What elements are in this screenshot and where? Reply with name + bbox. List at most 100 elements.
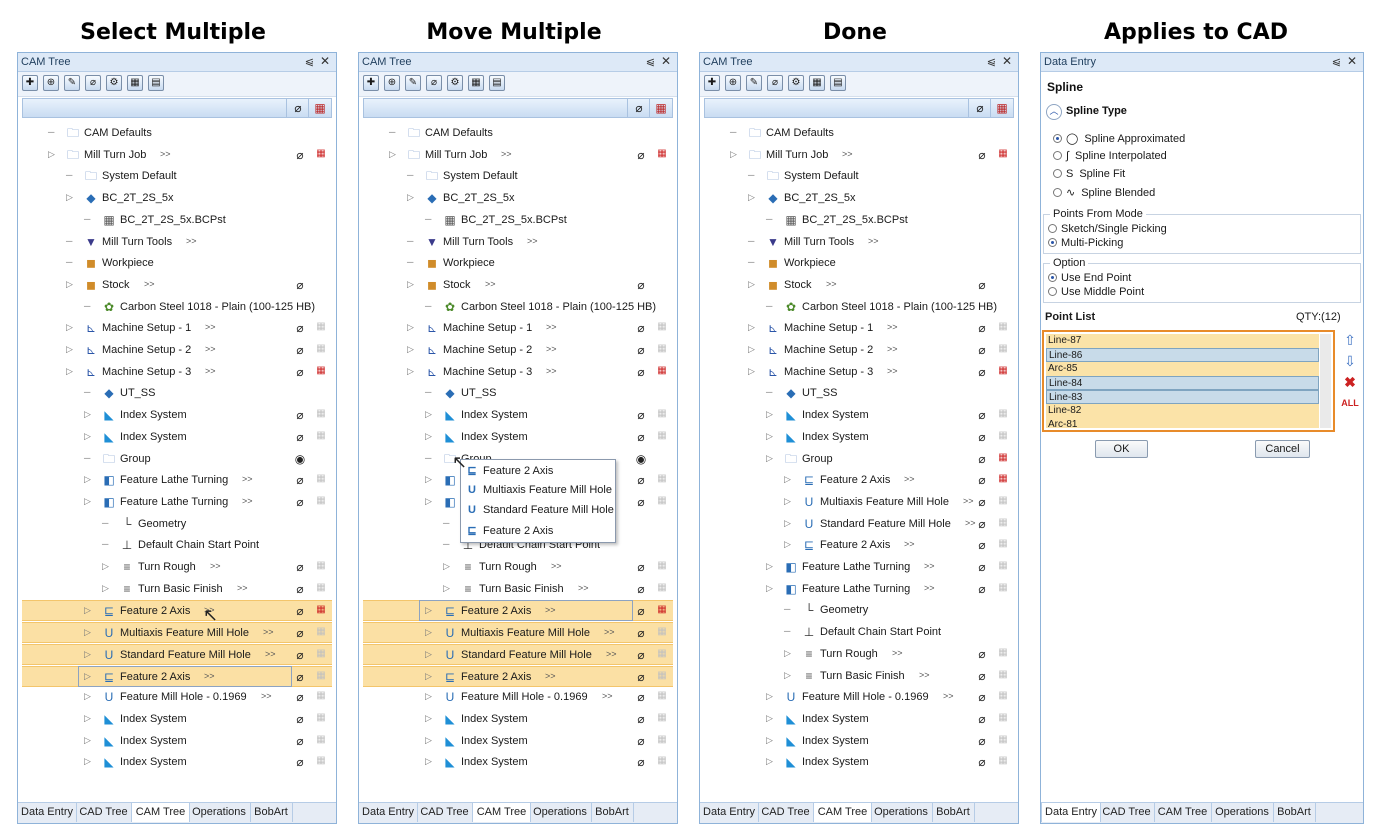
tab-cad-tree[interactable]: CAD Tree: [758, 803, 814, 822]
grid-state-icon[interactable]: ▦: [314, 495, 328, 508]
tree-row[interactable]: ▷ ⊾ Machine Setup - 3 >> ⌀ ▦: [22, 362, 332, 383]
tree-row[interactable]: ▷ ◼ Stock >> ⌀: [704, 275, 1014, 296]
expand-arrow-icon[interactable]: ▷: [784, 518, 792, 529]
visibility-icon[interactable]: ⌀: [633, 712, 649, 726]
grid-state-icon[interactable]: ▦: [655, 495, 669, 508]
visibility-icon[interactable]: ⌀: [633, 430, 649, 444]
tree-row[interactable]: ▷ U Feature Mill Hole - 0.1969 >> ⌀ ▦: [704, 687, 1014, 708]
expand-arrow-icon[interactable]: ▷: [748, 192, 756, 203]
tree-row[interactable]: ▷ U Standard Feature Mill Hole >> ⌀ ▦: [704, 514, 1014, 535]
visibility-icon[interactable]: ⌀: [292, 582, 308, 596]
tree-row[interactable]: ▷ ◣ Index System ⌀ ▦: [22, 709, 332, 730]
tab-cam-tree[interactable]: CAM Tree: [813, 803, 872, 822]
grid-state-icon[interactable]: ▦: [314, 582, 328, 595]
visibility-icon[interactable]: ⌀: [633, 560, 649, 574]
grid-state-icon[interactable]: ▦: [314, 648, 328, 661]
tab-data-entry[interactable]: Data Entry: [359, 803, 418, 822]
tree-row[interactable]: ▷ ⊑ Feature 2 Axis >> ⌀ ▦: [704, 470, 1014, 491]
tree-row[interactable]: ▷ ◆ BC_2T_2S_5x: [704, 188, 1014, 209]
expand-arrow-icon[interactable]: ▷: [425, 409, 433, 420]
pin-icon[interactable]: ⩿: [1332, 55, 1341, 68]
tree-row[interactable]: ▷ ◣ Index System ⌀ ▦: [22, 405, 332, 426]
expand-arrow-icon[interactable]: ▷: [84, 627, 92, 638]
visibility-icon[interactable]: ⌀: [292, 278, 308, 292]
tree-row[interactable]: ▷ ⊑ Feature 2 Axis >> ⌀ ▦: [704, 535, 1014, 556]
tree-row[interactable]: ─ 🗀 CAM Defaults: [704, 123, 1014, 144]
grid-state-icon[interactable]: ▦: [314, 734, 328, 747]
grid-state-icon[interactable]: ▦: [996, 495, 1010, 508]
generate-icon[interactable]: ⚙: [788, 75, 804, 91]
visibility-icon[interactable]: ⌀: [974, 148, 990, 162]
expand-arrow-icon[interactable]: ▷: [48, 149, 56, 160]
grid-state-icon[interactable]: ▦: [996, 560, 1010, 573]
props-icon[interactable]: ▤: [148, 75, 164, 91]
visibility-icon[interactable]: ⌀: [974, 408, 990, 422]
close-icon[interactable]: ✕: [320, 54, 330, 68]
visibility-icon[interactable]: ⌀: [633, 604, 649, 618]
tab-cad-tree[interactable]: CAD Tree: [76, 803, 132, 822]
tree-row[interactable]: ─ ▼ Mill Turn Tools >>: [22, 232, 332, 253]
tree-row[interactable]: ▷ U Feature Mill Hole - 0.1969 >> ⌀ ▦: [363, 687, 673, 708]
expand-arrow-icon[interactable]: ▷: [84, 409, 92, 420]
visibility-icon[interactable]: ⌀: [633, 365, 649, 379]
visibility-icon[interactable]: ⌀: [292, 670, 308, 684]
visibility-icon[interactable]: ⌀: [292, 604, 308, 618]
expand-arrow-icon[interactable]: ▷: [425, 496, 433, 507]
visibility-icon[interactable]: ⌀: [633, 495, 649, 509]
tree-row[interactable]: ─ 🗀 System Default: [22, 166, 332, 187]
tree-row[interactable]: ▷ ◣ Index System ⌀ ▦: [704, 427, 1014, 448]
grid-state-icon[interactable]: ▦: [996, 647, 1010, 660]
grid-state-icon[interactable]: ▦: [655, 626, 669, 639]
props-icon[interactable]: ▤: [489, 75, 505, 91]
generate-icon[interactable]: ⚙: [106, 75, 122, 91]
radio-spline-interpolated[interactable]: ∫ Spline Interpolated: [1053, 150, 1167, 162]
tab-cam-tree[interactable]: CAM Tree: [472, 803, 531, 822]
tab-bobart[interactable]: BobArt: [1273, 803, 1316, 822]
grid-state-icon[interactable]: ▦: [655, 582, 669, 595]
tree-row[interactable]: ▷ U Standard Feature Mill Hole >> ⌀ ▦: [22, 643, 332, 665]
visibility-icon[interactable]: ⌀: [292, 321, 308, 335]
expand-arrow-icon[interactable]: ▷: [425, 691, 433, 702]
grid-state-icon[interactable]: ▦: [996, 343, 1010, 356]
visibility-icon[interactable]: ⌀: [974, 343, 990, 357]
expand-arrow-icon[interactable]: ▷: [102, 561, 110, 572]
expand-arrow-icon[interactable]: ▷: [102, 583, 110, 594]
visibility-icon[interactable]: ⌀: [292, 648, 308, 662]
point-list-item[interactable]: Arc-81: [1046, 418, 1319, 428]
tab-bobart[interactable]: BobArt: [932, 803, 975, 822]
edit-icon[interactable]: ✎: [64, 75, 80, 91]
expand-arrow-icon[interactable]: ▷: [407, 279, 415, 290]
grid-state-icon[interactable]: ▦: [996, 517, 1010, 530]
tree-row[interactable]: ▷ ◧ Feature Lathe Turning >> ⌀ ▦: [704, 557, 1014, 578]
visibility-icon[interactable]: ⌀: [633, 148, 649, 162]
visibility-icon[interactable]: ⌀: [974, 712, 990, 726]
delete-icon[interactable]: ✖: [1341, 373, 1359, 391]
grid-state-icon[interactable]: ▦: [996, 430, 1010, 443]
visibility-icon[interactable]: ⌀: [974, 365, 990, 379]
expand-arrow-icon[interactable]: ▷: [66, 279, 74, 290]
radio-button[interactable]: [1053, 134, 1062, 143]
visibility-icon[interactable]: ⌀: [633, 408, 649, 422]
visibility-icon[interactable]: ⌀: [292, 343, 308, 357]
tree-row[interactable]: ▷ ≡ Turn Rough >> ⌀ ▦: [704, 644, 1014, 665]
tree-row[interactable]: ▷ U Feature Mill Hole - 0.1969 >> ⌀ ▦: [22, 687, 332, 708]
visibility-icon[interactable]: ⌀: [292, 712, 308, 726]
expand-arrow-icon[interactable]: ▷: [407, 366, 415, 377]
tree-row[interactable]: ─ ▦ BC_2T_2S_5x.BCPst: [704, 210, 1014, 231]
tree-row[interactable]: ▷ U Multiaxis Feature Mill Hole >> ⌀ ▦: [22, 622, 332, 644]
tree-row[interactable]: ▷ 🗀 Mill Turn Job >> ⌀ ▦: [363, 145, 673, 166]
radio-button[interactable]: [1048, 273, 1057, 282]
expand-arrow-icon[interactable]: ▷: [84, 496, 92, 507]
expand-arrow-icon[interactable]: ▷: [425, 431, 433, 442]
tree-row[interactable]: ▷ U Standard Feature Mill Hole >> ⌀ ▦: [363, 643, 673, 665]
expand-arrow-icon[interactable]: ▷: [425, 649, 433, 660]
tree-row[interactable]: ─ 🗀 CAM Defaults: [363, 123, 673, 144]
tree-row[interactable]: ▷ ⊾ Machine Setup - 2 >> ⌀ ▦: [704, 340, 1014, 361]
tree-row[interactable]: ─ └ Geometry: [22, 514, 332, 535]
visibility-icon[interactable]: ⌀: [292, 473, 308, 487]
expand-arrow-icon[interactable]: ▷: [425, 627, 433, 638]
tab-operations[interactable]: Operations: [870, 803, 933, 822]
visibility-icon[interactable]: ⌀: [292, 755, 308, 769]
point-list-item[interactable]: Line-82: [1046, 404, 1319, 418]
grid-state-icon[interactable]: ▦: [655, 408, 669, 421]
